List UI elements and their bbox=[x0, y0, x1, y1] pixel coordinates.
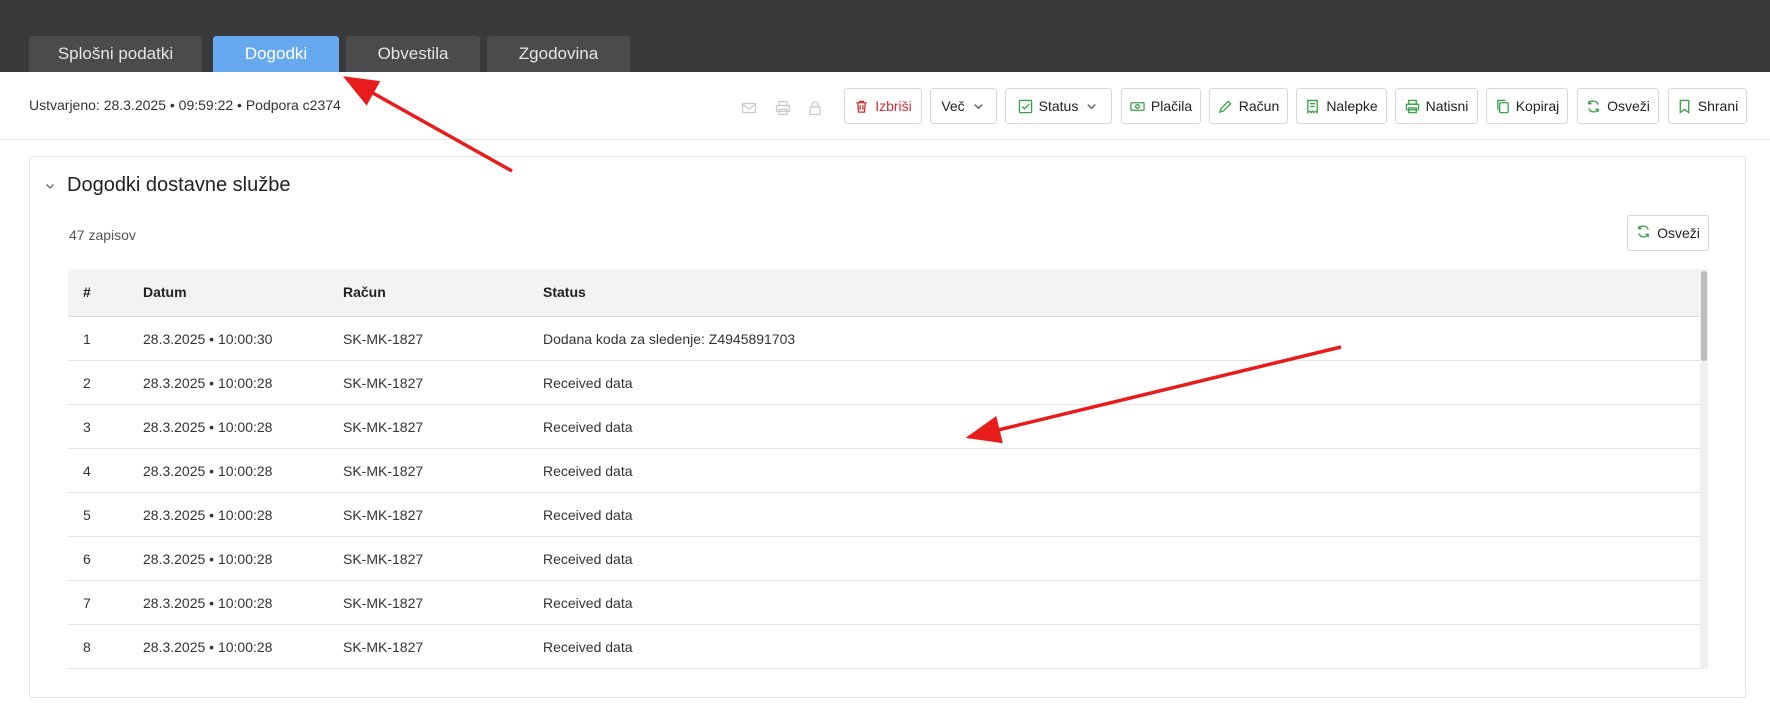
delivery-events-panel: Dogodki dostavne službe 47 zapisov Osvež… bbox=[29, 156, 1746, 698]
row-status: Received data bbox=[543, 419, 633, 435]
row-date: 28.3.2025 • 10:00:28 bbox=[143, 507, 273, 523]
table-body: 1 28.3.2025 • 10:00:30 SK-MK-1827 Dodana ko… bbox=[68, 317, 1700, 669]
invoice-button[interactable]: Račun bbox=[1209, 88, 1288, 124]
column-header-date: Datum bbox=[143, 284, 187, 300]
events-table: # Datum Račun Status 1 28.3.2025 • 10:00:… bbox=[68, 269, 1708, 669]
row-status: Received data bbox=[543, 639, 633, 655]
refresh-icon bbox=[1586, 99, 1601, 114]
row-invoice: SK-MK-1827 bbox=[343, 375, 424, 391]
column-header-invoice: Račun bbox=[343, 284, 386, 300]
print-icon bbox=[1405, 99, 1420, 114]
refresh-button-label: Osveži bbox=[1607, 98, 1650, 114]
payments-button-label: Plačila bbox=[1150, 98, 1193, 114]
row-invoice: SK-MK-1827 bbox=[343, 639, 424, 655]
check-square-icon bbox=[1018, 99, 1033, 114]
row-date: 28.3.2025 • 10:00:28 bbox=[143, 595, 273, 611]
labels-button-label: Nalepke bbox=[1326, 98, 1378, 114]
copy-button[interactable]: Kopiraj bbox=[1486, 88, 1568, 124]
table-row[interactable]: 1 28.3.2025 • 10:00:30 SK-MK-1827 Dodana ko… bbox=[68, 317, 1700, 361]
panel-refresh-button[interactable]: Osveži bbox=[1627, 215, 1709, 251]
chevron-down-icon bbox=[1084, 99, 1099, 114]
refresh-icon bbox=[1636, 224, 1651, 242]
row-number: 3 bbox=[83, 419, 91, 435]
table-row[interactable]: 6 28.3.2025 • 10:00:28 SK-MK-1827 Received … bbox=[68, 537, 1700, 581]
scrollbar-thumb[interactable] bbox=[1701, 271, 1707, 361]
row-number: 5 bbox=[83, 507, 91, 523]
chevron-down-icon bbox=[971, 99, 986, 114]
row-status: Received data bbox=[543, 595, 633, 611]
table-row[interactable]: 4 28.3.2025 • 10:00:28 SK-MK-1827 Received … bbox=[68, 449, 1700, 493]
receipt-icon bbox=[1305, 99, 1320, 114]
row-invoice: SK-MK-1827 bbox=[343, 551, 424, 567]
print-button[interactable]: Natisni bbox=[1395, 88, 1478, 124]
refresh-toolbar-button[interactable]: Osveži bbox=[1577, 88, 1659, 124]
table-row[interactable]: 7 28.3.2025 • 10:00:28 SK-MK-1827 Received … bbox=[68, 581, 1700, 625]
row-invoice: SK-MK-1827 bbox=[343, 595, 424, 611]
payments-button[interactable]: Plačila bbox=[1121, 88, 1201, 124]
save-button[interactable]: Shrani bbox=[1668, 88, 1747, 124]
panel-title: Dogodki dostavne službe bbox=[67, 174, 291, 196]
row-status: Dodana koda za sledenje: Z4945891703 bbox=[543, 331, 796, 347]
row-invoice: SK-MK-1827 bbox=[343, 419, 424, 435]
column-header-number: # bbox=[83, 284, 91, 300]
print-icon[interactable] bbox=[774, 99, 792, 117]
row-invoice: SK-MK-1827 bbox=[343, 463, 424, 479]
row-invoice: SK-MK-1827 bbox=[343, 331, 424, 347]
status-button-label: Status bbox=[1038, 98, 1079, 114]
table-scrollbar[interactable] bbox=[1700, 269, 1708, 669]
money-icon bbox=[1130, 99, 1145, 114]
pencil-icon bbox=[1218, 99, 1233, 114]
tab-dogodki[interactable]: Dogodki bbox=[213, 36, 339, 72]
row-status: Received data bbox=[543, 463, 633, 479]
more-dropdown-button[interactable]: Več bbox=[930, 88, 997, 124]
mail-icon[interactable] bbox=[740, 99, 758, 117]
row-date: 28.3.2025 • 10:00:28 bbox=[143, 639, 273, 655]
row-status: Received data bbox=[543, 551, 633, 567]
tab-obvestila[interactable]: Obvestila bbox=[346, 36, 480, 72]
chevron-down-icon[interactable] bbox=[44, 179, 56, 191]
row-number: 7 bbox=[83, 595, 91, 611]
row-status: Received data bbox=[543, 507, 633, 523]
copy-icon bbox=[1495, 99, 1510, 114]
row-date: 28.3.2025 • 10:00:28 bbox=[143, 419, 273, 435]
panel-refresh-label: Osveži bbox=[1657, 225, 1700, 241]
row-number: 4 bbox=[83, 463, 91, 479]
table-row[interactable]: 2 28.3.2025 • 10:00:28 SK-MK-1827 Received … bbox=[68, 361, 1700, 405]
row-date: 28.3.2025 • 10:00:28 bbox=[143, 551, 273, 567]
row-number: 6 bbox=[83, 551, 91, 567]
copy-button-label: Kopiraj bbox=[1515, 98, 1560, 114]
row-date: 28.3.2025 • 10:00:28 bbox=[143, 463, 273, 479]
tab-splosni-podatki[interactable]: Splošni podatki bbox=[29, 36, 202, 72]
labels-button[interactable]: Nalepke bbox=[1296, 88, 1387, 124]
status-dropdown-button[interactable]: Status bbox=[1005, 88, 1112, 124]
table-header: # Datum Račun Status bbox=[68, 269, 1700, 317]
bookmark-icon bbox=[1677, 99, 1692, 114]
print-button-label: Natisni bbox=[1425, 98, 1469, 114]
table-row[interactable]: 3 28.3.2025 • 10:00:28 SK-MK-1827 Received … bbox=[68, 405, 1700, 449]
row-status: Received data bbox=[543, 375, 633, 391]
info-toolbar-row: Ustvarjeno: 28.3.2025 • 09:59:22 • Podpo… bbox=[0, 72, 1770, 140]
row-date: 28.3.2025 • 10:00:28 bbox=[143, 375, 273, 391]
table-row[interactable]: 5 28.3.2025 • 10:00:28 SK-MK-1827 Received … bbox=[68, 493, 1700, 537]
lock-icon[interactable] bbox=[806, 99, 824, 117]
row-invoice: SK-MK-1827 bbox=[343, 507, 424, 523]
record-count: 47 zapisov bbox=[69, 227, 136, 243]
row-number: 1 bbox=[83, 331, 91, 347]
more-button-label: Več bbox=[941, 98, 965, 114]
row-number: 8 bbox=[83, 639, 91, 655]
row-number: 2 bbox=[83, 375, 91, 391]
table-row[interactable]: 8 28.3.2025 • 10:00:28 SK-MK-1827 Received … bbox=[68, 625, 1700, 669]
trash-icon bbox=[854, 99, 869, 114]
top-tab-bar: Splošni podatki Dogodki Obvestila Zgodov… bbox=[0, 0, 1770, 72]
delete-button[interactable]: Izbriši bbox=[844, 88, 922, 124]
column-header-status: Status bbox=[543, 284, 586, 300]
created-info: Ustvarjeno: 28.3.2025 • 09:59:22 • Podpo… bbox=[29, 97, 341, 113]
save-button-label: Shrani bbox=[1697, 98, 1739, 114]
row-date: 28.3.2025 • 10:00:30 bbox=[143, 331, 273, 347]
invoice-button-label: Račun bbox=[1238, 98, 1280, 114]
delete-button-label: Izbriši bbox=[875, 98, 912, 114]
tab-zgodovina[interactable]: Zgodovina bbox=[487, 36, 630, 72]
